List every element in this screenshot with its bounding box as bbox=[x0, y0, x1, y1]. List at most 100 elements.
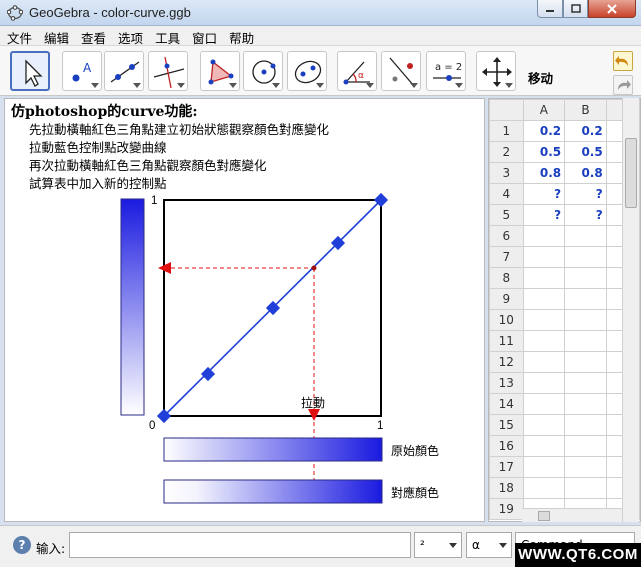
scroll-thumb[interactable] bbox=[625, 138, 637, 208]
cell-a[interactable] bbox=[522, 393, 566, 415]
cell-a[interactable] bbox=[522, 246, 566, 268]
cell-a[interactable] bbox=[522, 288, 566, 310]
cell-a[interactable] bbox=[522, 330, 566, 352]
maximize-button[interactable] bbox=[563, 0, 588, 18]
cell-a[interactable] bbox=[522, 351, 566, 373]
row-header[interactable]: 1 bbox=[489, 120, 524, 142]
cell-a[interactable] bbox=[522, 267, 566, 289]
spreadsheet-view[interactable]: A B 1 0.2 0.2 2 0.5 0.5 3 0.8 0.8 4?? 5?? 6 7 8 9 10 11 1… bbox=[488, 98, 641, 522]
power-combo[interactable]: ² bbox=[414, 532, 462, 558]
cell-b[interactable] bbox=[564, 456, 607, 478]
move-view-tool-button[interactable] bbox=[476, 51, 516, 91]
row-header[interactable]: 4 bbox=[489, 183, 524, 205]
cell-b[interactable] bbox=[564, 267, 607, 289]
graphics-view[interactable]: 仿photoshop的curve功能: 先拉動橫軸紅色三角點建立初始狀態觀察顏色… bbox=[4, 98, 485, 522]
horizontal-scrollbar[interactable] bbox=[522, 508, 622, 522]
cell-b[interactable] bbox=[564, 246, 607, 268]
cell-b[interactable] bbox=[564, 372, 607, 394]
row-header[interactable]: 5 bbox=[489, 204, 524, 226]
cell-a[interactable]: ? bbox=[522, 183, 566, 205]
vertical-scrollbar[interactable] bbox=[622, 98, 639, 522]
column-header[interactable]: B bbox=[564, 99, 607, 121]
line-tool-button[interactable] bbox=[104, 51, 144, 91]
row-header[interactable]: 9 bbox=[489, 288, 524, 310]
row-header[interactable]: 12 bbox=[489, 351, 524, 373]
row-header[interactable]: 11 bbox=[489, 330, 524, 352]
row-header[interactable]: 3 bbox=[489, 162, 524, 184]
row-header[interactable]: 18 bbox=[489, 477, 524, 499]
cell-b[interactable]: 0.2 bbox=[564, 120, 607, 142]
cell-a[interactable]: ? bbox=[522, 204, 566, 226]
row-header[interactable]: 8 bbox=[489, 267, 524, 289]
cell-b[interactable] bbox=[564, 225, 607, 247]
row-header[interactable]: 17 bbox=[489, 456, 524, 478]
minimize-button[interactable] bbox=[537, 0, 563, 18]
cell-b[interactable] bbox=[564, 435, 607, 457]
menu-window[interactable]: 窗口 bbox=[185, 26, 222, 46]
cell-b[interactable] bbox=[564, 288, 607, 310]
angle-tool-button[interactable]: α bbox=[337, 51, 377, 91]
chevron-down-icon bbox=[91, 83, 99, 88]
cell-b[interactable]: 0.5 bbox=[564, 141, 607, 163]
polygon-tool-button[interactable] bbox=[200, 51, 240, 91]
close-button[interactable] bbox=[588, 0, 636, 18]
cell-a[interactable] bbox=[522, 414, 566, 436]
cell-a[interactable]: 0.2 bbox=[522, 120, 566, 142]
circle-tool-button[interactable] bbox=[243, 51, 283, 91]
table-row: 8 bbox=[489, 267, 640, 289]
cell-a[interactable] bbox=[522, 225, 566, 247]
slider-tool-button[interactable]: a = 2 bbox=[426, 51, 466, 91]
row-header[interactable]: 13 bbox=[489, 372, 524, 394]
row-header[interactable]: 15 bbox=[489, 414, 524, 436]
menu-tools[interactable]: 工具 bbox=[148, 26, 185, 46]
cell-a[interactable] bbox=[522, 435, 566, 457]
table-row: 1 0.2 0.2 bbox=[489, 120, 640, 142]
input-field[interactable] bbox=[69, 532, 411, 558]
chevron-down-icon bbox=[133, 83, 141, 88]
cell-a[interactable]: 0.5 bbox=[522, 141, 566, 163]
table-row: 2 0.5 0.5 bbox=[489, 141, 640, 163]
menu-file[interactable]: 文件 bbox=[0, 26, 37, 46]
cell-b[interactable]: ? bbox=[564, 183, 607, 205]
cell-a[interactable] bbox=[522, 477, 566, 499]
cell-a[interactable] bbox=[522, 309, 566, 331]
cell-b[interactable] bbox=[564, 393, 607, 415]
table-row: 7 bbox=[489, 246, 640, 268]
row-header[interactable]: 10 bbox=[489, 309, 524, 331]
menu-options[interactable]: 选项 bbox=[111, 26, 148, 46]
reflect-tool-button[interactable] bbox=[381, 51, 421, 91]
cell-b[interactable]: 0.8 bbox=[564, 162, 607, 184]
chevron-down-icon bbox=[316, 83, 324, 88]
menu-view[interactable]: 查看 bbox=[74, 26, 111, 46]
cell-b[interactable] bbox=[564, 477, 607, 499]
row-header[interactable]: 14 bbox=[489, 393, 524, 415]
cell-b[interactable] bbox=[564, 414, 607, 436]
close-icon bbox=[607, 3, 617, 14]
column-header[interactable]: A bbox=[522, 99, 566, 121]
cell-b[interactable] bbox=[564, 351, 607, 373]
menu-help[interactable]: 帮助 bbox=[222, 26, 259, 46]
row-header[interactable]: 6 bbox=[489, 225, 524, 247]
chevron-down-icon bbox=[272, 83, 280, 88]
cell-a[interactable] bbox=[522, 456, 566, 478]
cell-b[interactable] bbox=[564, 309, 607, 331]
row-header[interactable]: 16 bbox=[489, 435, 524, 457]
row-header[interactable]: 19 bbox=[489, 498, 524, 520]
cell-a[interactable]: 0.8 bbox=[522, 162, 566, 184]
redo-button[interactable] bbox=[613, 75, 633, 95]
row-header[interactable]: 2 bbox=[489, 141, 524, 163]
ellipse-tool-button[interactable] bbox=[287, 51, 327, 91]
menu-edit[interactable]: 编辑 bbox=[37, 26, 74, 46]
cell-b[interactable] bbox=[564, 330, 607, 352]
svg-text:α: α bbox=[358, 71, 364, 81]
cell-a[interactable] bbox=[522, 372, 566, 394]
scroll-thumb[interactable] bbox=[538, 511, 550, 521]
point-tool-button[interactable]: A bbox=[62, 51, 102, 91]
move-tool-button[interactable] bbox=[10, 51, 50, 91]
perpendicular-tool-button[interactable] bbox=[148, 51, 188, 91]
row-header[interactable]: 7 bbox=[489, 246, 524, 268]
help-icon[interactable]: ? bbox=[13, 536, 31, 554]
alpha-combo[interactable]: α bbox=[466, 532, 512, 558]
cell-b[interactable]: ? bbox=[564, 204, 607, 226]
undo-button[interactable] bbox=[613, 51, 633, 71]
